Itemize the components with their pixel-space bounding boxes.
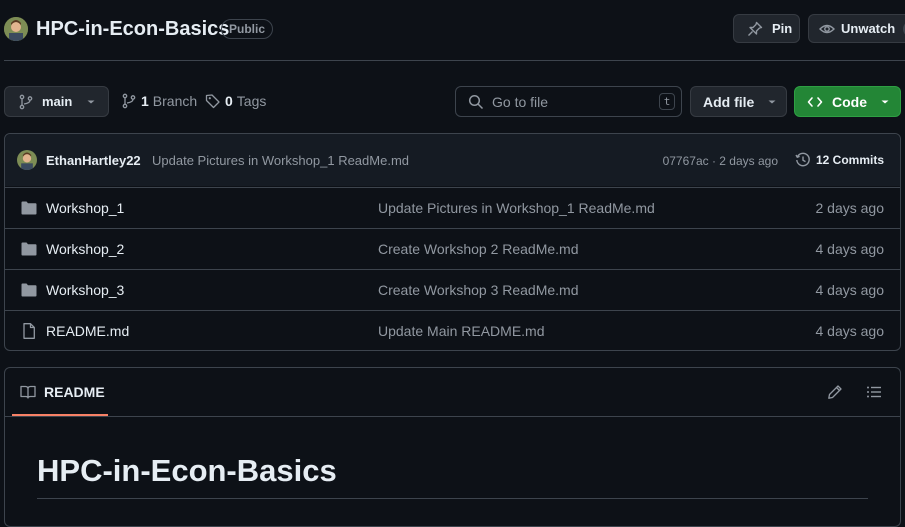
commit-author-avatar[interactable] bbox=[17, 150, 37, 170]
pin-icon bbox=[747, 21, 763, 37]
file-date: 2 days ago bbox=[815, 200, 885, 216]
tab-readme[interactable]: README bbox=[12, 370, 108, 416]
git-branch-icon bbox=[18, 94, 34, 110]
folder-icon bbox=[21, 283, 37, 297]
file-date: 4 days ago bbox=[815, 241, 885, 257]
eye-icon bbox=[819, 21, 835, 37]
visibility-badge: Public bbox=[221, 19, 274, 39]
chevron-down-icon bbox=[86, 97, 96, 107]
folder-icon bbox=[21, 201, 37, 215]
file-row-workshop-3[interactable]: Workshop_3 Create Workshop 3 ReadMe.md 4… bbox=[5, 269, 900, 310]
list-icon bbox=[866, 384, 882, 400]
file-row-workshop-2[interactable]: Workshop_2 Create Workshop 2 ReadMe.md 4… bbox=[5, 228, 900, 269]
readme-panel bbox=[4, 367, 901, 527]
branches-count: 1 bbox=[141, 93, 149, 109]
branches-link[interactable]: 1 Branch bbox=[121, 93, 197, 109]
file-date: 4 days ago bbox=[815, 323, 885, 339]
avatar-image bbox=[4, 17, 28, 41]
pencil-icon bbox=[827, 384, 843, 400]
search-placeholder: Go to file bbox=[492, 93, 549, 110]
repo-title[interactable]: HPC-in-Econ-Basics bbox=[36, 18, 229, 41]
pin-button[interactable]: Pin bbox=[733, 14, 800, 43]
unwatch-label: Unwatch bbox=[841, 21, 896, 36]
readme-tab-label: README bbox=[44, 384, 105, 400]
code-button[interactable]: Code bbox=[794, 86, 901, 117]
file-row-readme[interactable]: README.md Update Main README.md 4 days a… bbox=[5, 310, 900, 351]
file-name[interactable]: Workshop_3 bbox=[46, 282, 124, 298]
file-name[interactable]: Workshop_1 bbox=[46, 200, 124, 216]
search-icon bbox=[468, 94, 484, 110]
commits-history-link[interactable]: 12 Commits bbox=[795, 152, 884, 168]
add-file-label: Add file bbox=[703, 93, 755, 110]
header-divider bbox=[4, 60, 905, 61]
edit-readme-button[interactable] bbox=[827, 384, 843, 400]
readme-heading: HPC-in-Econ-Basics bbox=[37, 453, 337, 488]
book-icon bbox=[20, 384, 36, 400]
commit-message[interactable]: Update Pictures in Workshop_1 ReadMe.md bbox=[152, 153, 409, 168]
tags-label: Tags bbox=[236, 93, 267, 109]
file-name[interactable]: README.md bbox=[46, 323, 129, 339]
repo-avatar[interactable] bbox=[4, 17, 28, 41]
file-commit-message[interactable]: Update Pictures in Workshop_1 ReadMe.md bbox=[378, 200, 655, 216]
branches-label: Branch bbox=[152, 93, 198, 109]
avatar-image bbox=[17, 150, 37, 170]
add-file-button[interactable]: Add file bbox=[690, 86, 787, 117]
branch-selector[interactable]: main bbox=[4, 86, 109, 117]
outline-button[interactable] bbox=[866, 384, 882, 400]
file-date: 4 days ago bbox=[815, 282, 885, 298]
tags-link[interactable]: 0 Tags bbox=[205, 93, 266, 109]
tag-icon bbox=[205, 93, 221, 109]
code-label: Code bbox=[832, 93, 867, 110]
folder-icon bbox=[21, 242, 37, 256]
file-row-workshop-1[interactable]: Workshop_1 Update Pictures in Workshop_1… bbox=[5, 187, 900, 228]
file-commit-message[interactable]: Create Workshop 3 ReadMe.md bbox=[378, 282, 579, 298]
git-branch-icon bbox=[121, 93, 137, 109]
file-commit-message[interactable]: Create Workshop 2 ReadMe.md bbox=[378, 241, 579, 257]
commits-count: 12 Commits bbox=[816, 153, 885, 167]
heading-rule bbox=[37, 498, 868, 499]
chevron-down-icon bbox=[767, 97, 777, 107]
file-name[interactable]: Workshop_2 bbox=[46, 241, 124, 257]
commit-hash-time[interactable]: 07767ac · 2 days ago bbox=[663, 154, 778, 168]
commit-author[interactable]: EthanHartley22 bbox=[46, 153, 141, 168]
readme-tab-divider bbox=[5, 416, 900, 417]
file-icon bbox=[21, 323, 37, 339]
unwatch-button[interactable]: Unwatch 1 bbox=[808, 14, 905, 43]
tags-count: 0 bbox=[225, 93, 233, 109]
pin-label: Pin bbox=[772, 21, 793, 36]
history-icon bbox=[795, 152, 811, 168]
search-shortcut-key: t bbox=[659, 93, 675, 110]
go-to-file-search[interactable]: Go to file t bbox=[455, 86, 682, 117]
branch-name: main bbox=[42, 94, 73, 109]
file-commit-message[interactable]: Update Main README.md bbox=[378, 323, 545, 339]
code-icon bbox=[807, 94, 823, 110]
chevron-down-icon bbox=[880, 97, 890, 107]
